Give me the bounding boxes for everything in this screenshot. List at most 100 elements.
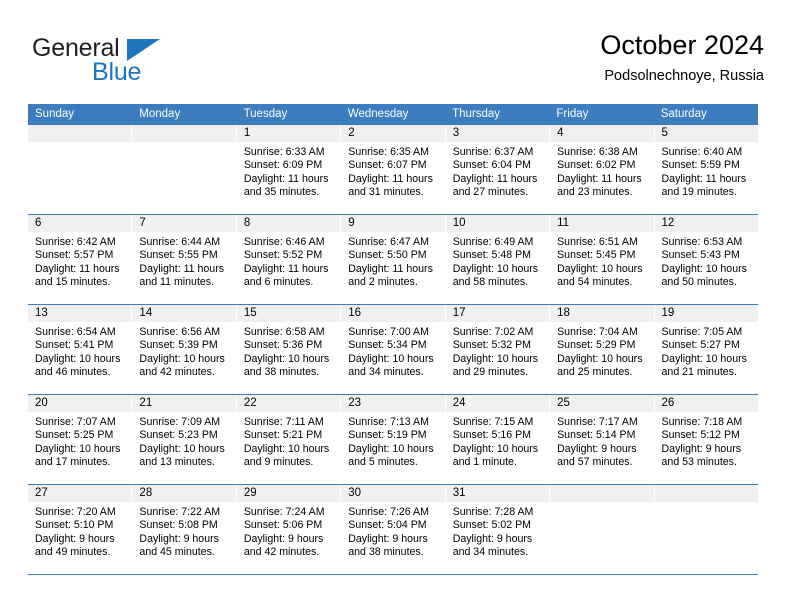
day-cell[interactable]: 27 Sunrise: 7:20 AM Sunset: 5:10 PM Dayligh… bbox=[28, 485, 133, 574]
daylight-text-line2: and 11 minutes. bbox=[139, 276, 215, 289]
day-cell[interactable]: 12 Sunrise: 6:53 AM Sunset: 5:43 PM Dayligh… bbox=[654, 215, 758, 304]
day-cell[interactable]: 30 Sunrise: 7:26 AM Sunset: 5:04 PM Dayligh… bbox=[341, 485, 446, 574]
day-details: Sunrise: 6:35 AM Sunset: 6:07 PM Daylight:… bbox=[341, 142, 444, 200]
sunset-text: Sunset: 6:07 PM bbox=[348, 159, 427, 172]
day-cell[interactable]: 5 Sunrise: 6:40 AM Sunset: 5:59 PM Daylight… bbox=[654, 125, 758, 214]
calendar-grid: Sunday Monday Tuesday Wednesday Thursday… bbox=[28, 104, 758, 575]
weekday-header-wednesday: Wednesday bbox=[347, 108, 409, 120]
day-cell[interactable]: 14 Sunrise: 6:56 AM Sunset: 5:39 PM Dayligh… bbox=[132, 305, 237, 394]
day-cell[interactable]: 19 Sunrise: 7:05 AM Sunset: 5:27 PM Dayligh… bbox=[654, 305, 758, 394]
week-row: 1 Sunrise: 6:33 AM Sunset: 6:09 PM Daylight… bbox=[28, 125, 758, 215]
day-number: 29 bbox=[236, 485, 341, 502]
day-cell[interactable]: 16 Sunrise: 7:00 AM Sunset: 5:34 PM Dayligh… bbox=[341, 305, 446, 394]
daylight-text-line2: and 46 minutes. bbox=[35, 366, 111, 379]
sunrise-text: Sunrise: 7:04 AM bbox=[557, 326, 638, 338]
day-number: 12 bbox=[654, 215, 758, 232]
daylight-text-line2: and 15 minutes. bbox=[35, 276, 111, 289]
day-number: 26 bbox=[654, 395, 758, 412]
sunset-text: Sunset: 5:52 PM bbox=[243, 249, 323, 262]
daylight-text-line2: and 54 minutes. bbox=[557, 276, 633, 289]
day-cell[interactable]: 28 Sunrise: 7:22 AM Sunset: 5:08 PM Dayligh… bbox=[132, 485, 237, 574]
daylight-text-line1: Daylight: 9 hours bbox=[661, 442, 742, 455]
title-block: October 2024 Podsolnechnoye, Russia bbox=[600, 28, 764, 87]
day-number bbox=[132, 125, 236, 142]
page-subtitle: Podsolnechnoye, Russia bbox=[604, 68, 764, 84]
day-cell[interactable]: 9 Sunrise: 6:47 AM Sunset: 5:50 PM Daylight… bbox=[341, 215, 446, 304]
sunset-text: Sunset: 5:04 PM bbox=[348, 519, 427, 532]
daylight-text-line1: Daylight: 9 hours bbox=[348, 532, 428, 545]
day-cell[interactable]: 25 Sunrise: 7:17 AM Sunset: 5:14 PM Dayligh… bbox=[550, 395, 655, 484]
day-details: Sunrise: 6:58 AM Sunset: 5:36 PM Daylight:… bbox=[237, 322, 340, 380]
day-cell[interactable]: 11 Sunrise: 6:51 AM Sunset: 5:45 PM Dayligh… bbox=[550, 215, 655, 304]
day-cell[interactable]: 26 Sunrise: 7:18 AM Sunset: 5:12 PM Dayligh… bbox=[654, 395, 758, 484]
day-details: Sunrise: 6:42 AM Sunset: 5:57 PM Daylight:… bbox=[28, 232, 131, 290]
day-cell[interactable]: 7 Sunrise: 6:44 AM Sunset: 5:55 PM Daylight… bbox=[132, 215, 237, 304]
sunset-text: Sunset: 5:41 PM bbox=[35, 339, 114, 352]
day-cell[interactable]: 21 Sunrise: 7:09 AM Sunset: 5:23 PM Dayligh… bbox=[132, 395, 237, 484]
sunset-text: Sunset: 6:02 PM bbox=[557, 159, 636, 172]
day-cell[interactable]: 4 Sunrise: 6:38 AM Sunset: 6:02 PM Daylight… bbox=[550, 125, 655, 214]
daylight-text-line1: Daylight: 9 hours bbox=[557, 442, 637, 455]
day-cell[interactable]: 29 Sunrise: 7:24 AM Sunset: 5:06 PM Dayligh… bbox=[236, 485, 342, 574]
day-cell[interactable]: 8 Sunrise: 6:46 AM Sunset: 5:52 PM Daylight… bbox=[236, 215, 342, 304]
daylight-text-line1: Daylight: 11 hours bbox=[557, 172, 642, 185]
day-details: Sunrise: 7:22 AM Sunset: 5:08 PM Daylight:… bbox=[132, 502, 235, 560]
logo-text-blue: Blue bbox=[92, 58, 142, 86]
day-cell[interactable]: 15 Sunrise: 6:58 AM Sunset: 5:36 PM Dayligh… bbox=[236, 305, 342, 394]
general-blue-logo[interactable]: General Blue bbox=[32, 34, 272, 96]
day-details: Sunrise: 6:56 AM Sunset: 5:39 PM Daylight:… bbox=[132, 322, 235, 380]
day-details: Sunrise: 6:53 AM Sunset: 5:43 PM Daylight:… bbox=[655, 232, 758, 290]
daylight-text-line2: and 35 minutes. bbox=[243, 186, 320, 199]
sunset-text: Sunset: 5:27 PM bbox=[661, 339, 740, 352]
day-details: Sunrise: 7:18 AM Sunset: 5:12 PM Daylight:… bbox=[655, 412, 758, 470]
daylight-text-line1: Daylight: 10 hours bbox=[35, 442, 121, 455]
day-details: Sunrise: 7:09 AM Sunset: 5:23 PM Daylight:… bbox=[132, 412, 235, 470]
day-cell[interactable]: 22 Sunrise: 7:11 AM Sunset: 5:21 PM Dayligh… bbox=[236, 395, 342, 484]
day-details: Sunrise: 6:37 AM Sunset: 6:04 PM Daylight:… bbox=[446, 142, 549, 200]
daylight-text-line1: Daylight: 11 hours bbox=[348, 172, 433, 185]
day-cell[interactable]: 20 Sunrise: 7:07 AM Sunset: 5:25 PM Dayligh… bbox=[28, 395, 133, 484]
sunset-text: Sunset: 5:23 PM bbox=[139, 429, 218, 442]
sunset-text: Sunset: 6:09 PM bbox=[243, 159, 323, 172]
weekday-header-tuesday: Tuesday bbox=[243, 108, 288, 120]
weekday-header-saturday: Saturday bbox=[660, 108, 707, 120]
daylight-text-line1: Daylight: 10 hours bbox=[243, 352, 330, 365]
day-cell[interactable]: 1 Sunrise: 6:33 AM Sunset: 6:09 PM Daylight… bbox=[236, 125, 342, 214]
daylight-text-line2: and 5 minutes. bbox=[348, 456, 418, 469]
day-cell[interactable]: 24 Sunrise: 7:15 AM Sunset: 5:16 PM Dayligh… bbox=[445, 395, 551, 484]
day-details: Sunrise: 6:46 AM Sunset: 5:52 PM Daylight:… bbox=[237, 232, 340, 290]
day-cell[interactable]: 17 Sunrise: 7:02 AM Sunset: 5:32 PM Dayligh… bbox=[445, 305, 551, 394]
sunrise-text: Sunrise: 6:53 AM bbox=[661, 236, 743, 248]
sunset-text: Sunset: 5:36 PM bbox=[243, 339, 323, 352]
sunset-text: Sunset: 5:06 PM bbox=[243, 519, 323, 532]
day-cell[interactable]: 23 Sunrise: 7:13 AM Sunset: 5:19 PM Dayligh… bbox=[341, 395, 446, 484]
day-cell[interactable]: 18 Sunrise: 7:04 AM Sunset: 5:29 PM Dayligh… bbox=[550, 305, 655, 394]
daylight-text-line2: and 19 minutes. bbox=[661, 186, 737, 199]
sunset-text: Sunset: 5:59 PM bbox=[661, 159, 740, 172]
sunrise-text: Sunrise: 7:18 AM bbox=[661, 416, 743, 428]
day-cell[interactable]: 6 Sunrise: 6:42 AM Sunset: 5:57 PM Daylight… bbox=[28, 215, 133, 304]
day-cell[interactable]: 13 Sunrise: 6:54 AM Sunset: 5:41 PM Dayligh… bbox=[28, 305, 133, 394]
day-details: Sunrise: 7:24 AM Sunset: 5:06 PM Daylight:… bbox=[237, 502, 340, 560]
day-cell[interactable]: 10 Sunrise: 6:49 AM Sunset: 5:48 PM Dayligh… bbox=[445, 215, 551, 304]
daylight-text-line2: and 42 minutes. bbox=[243, 546, 320, 559]
day-number: 20 bbox=[28, 395, 132, 412]
sunrise-text: Sunrise: 6:44 AM bbox=[139, 236, 221, 248]
day-number: 2 bbox=[341, 125, 445, 142]
day-cell-empty bbox=[654, 485, 758, 574]
daylight-text-line2: and 25 minutes. bbox=[557, 366, 633, 379]
sunrise-text: Sunrise: 6:58 AM bbox=[243, 326, 325, 338]
daylight-text-line2: and 2 minutes. bbox=[348, 276, 418, 289]
day-details: Sunrise: 7:20 AM Sunset: 5:10 PM Daylight:… bbox=[28, 502, 131, 560]
day-number: 21 bbox=[132, 395, 236, 412]
day-cell[interactable]: 31 Sunrise: 7:28 AM Sunset: 5:02 PM Dayligh… bbox=[445, 485, 551, 574]
sunrise-text: Sunrise: 6:49 AM bbox=[452, 236, 534, 248]
day-number bbox=[550, 485, 654, 502]
day-cell[interactable]: 2 Sunrise: 6:35 AM Sunset: 6:07 PM Daylight… bbox=[341, 125, 446, 214]
sunset-text: Sunset: 5:12 PM bbox=[661, 429, 740, 442]
day-details: Sunrise: 7:05 AM Sunset: 5:27 PM Daylight:… bbox=[655, 322, 758, 380]
daylight-text-line2: and 27 minutes. bbox=[452, 186, 529, 199]
day-cell[interactable]: 3 Sunrise: 6:37 AM Sunset: 6:04 PM Daylight… bbox=[445, 125, 551, 214]
sunrise-text: Sunrise: 7:22 AM bbox=[139, 506, 221, 518]
daylight-text-line2: and 45 minutes. bbox=[139, 546, 215, 559]
